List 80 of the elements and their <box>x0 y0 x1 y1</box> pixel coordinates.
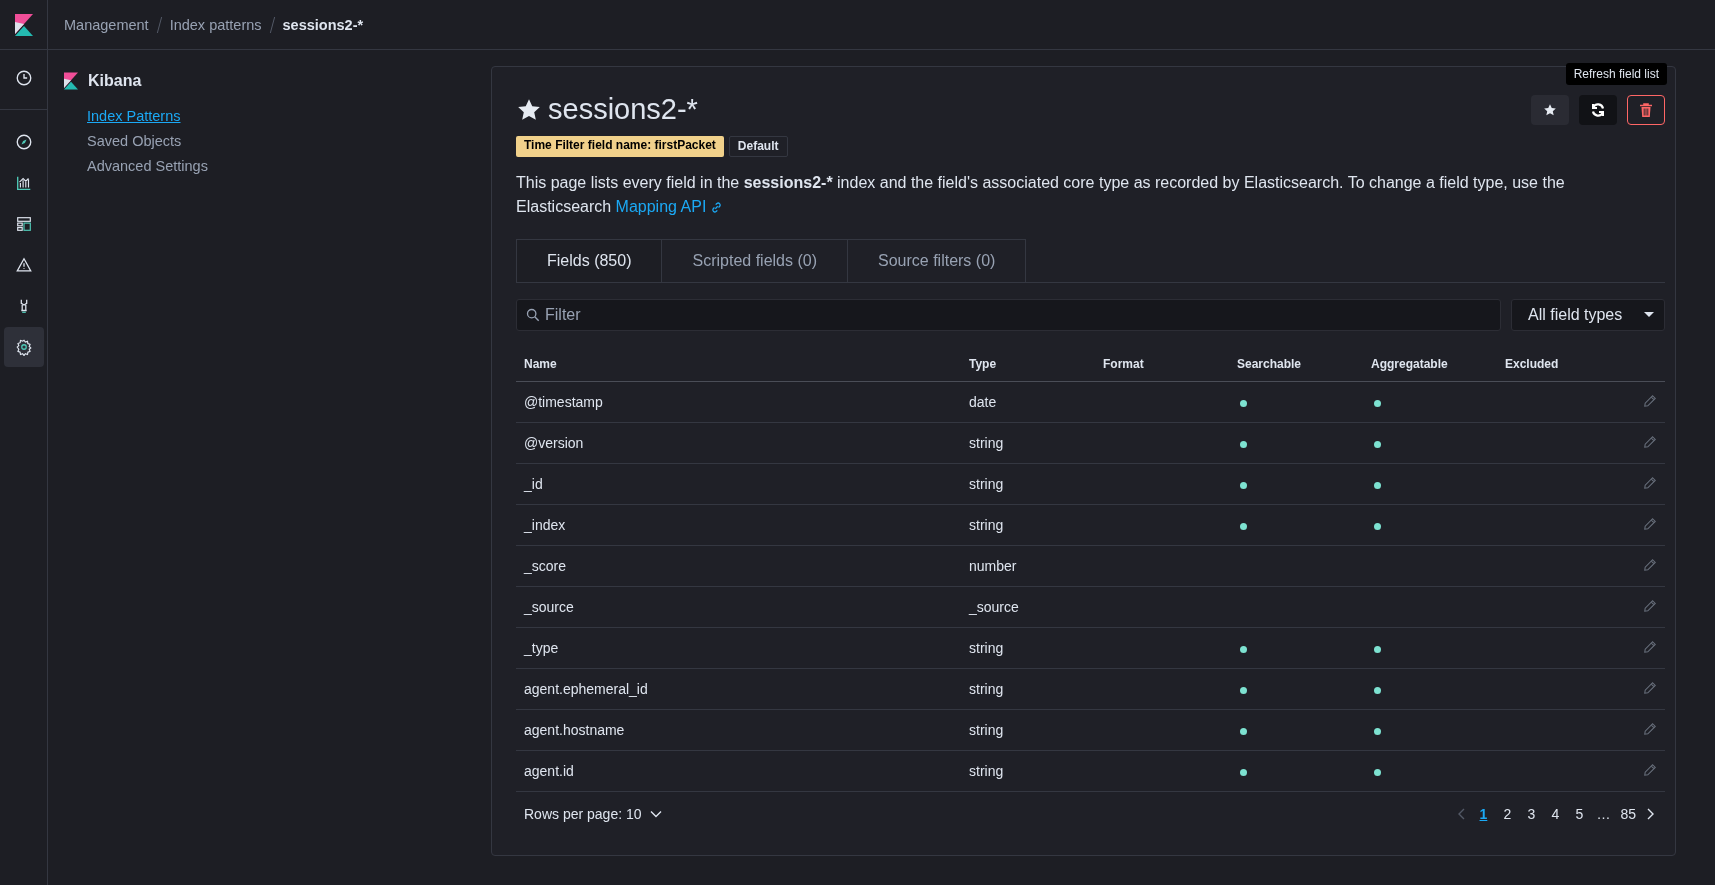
rows-per-page-button[interactable]: Rows per page: 10 <box>524 806 662 822</box>
column-header: Excluded <box>1497 347 1631 382</box>
description: This page lists every field in the sessions2-* index and the field's associated core type as recorded by Elasticsearch. To change a field type, use the Elasticsearch Mapping API <box>516 171 1646 219</box>
pencil-icon[interactable] <box>1643 680 1657 695</box>
table-cell: string <box>961 709 1095 751</box>
sidebar-link[interactable]: Index Patterns <box>87 104 181 129</box>
pencil-icon[interactable] <box>1643 639 1657 654</box>
sidebar-title: Kibana <box>88 72 142 90</box>
pencil-icon[interactable] <box>1643 557 1657 572</box>
column-header: Aggregatable <box>1363 347 1497 382</box>
trash-icon <box>1640 103 1652 117</box>
table-cell: number <box>961 545 1095 587</box>
table-cell: string <box>961 463 1095 505</box>
logo-icon <box>64 72 78 90</box>
table-cell: _source <box>516 586 961 628</box>
table-cell: agent.ephemeral_id <box>516 668 961 710</box>
table-cell: string <box>961 422 1095 464</box>
pencil-icon[interactable] <box>1643 434 1657 449</box>
caret-icon <box>1644 312 1654 318</box>
table-cell: agent.hostname <box>516 709 961 751</box>
pencil-icon[interactable] <box>1643 721 1657 736</box>
table-cell: string <box>961 504 1095 546</box>
link-icon <box>710 200 724 214</box>
tooltip: Refresh field list <box>1565 63 1667 85</box>
dashboard-icon <box>14 215 33 233</box>
tab[interactable]: Fields (850) <box>516 239 663 282</box>
column-header: Type <box>961 347 1095 382</box>
sidebar-link[interactable]: Saved Objects <box>87 129 182 154</box>
page-button[interactable]: 5 <box>1569 806 1590 822</box>
star-icon <box>1543 103 1557 117</box>
table-cell: string <box>961 668 1095 710</box>
table-cell: @version <box>516 422 961 464</box>
breadcrumb[interactable]: Index patterns <box>169 16 262 33</box>
tab[interactable]: Source filters (0) <box>847 239 1027 282</box>
table-cell: _index <box>516 504 961 546</box>
pencil-icon[interactable] <box>1643 598 1657 613</box>
warning-icon <box>14 256 33 274</box>
table-cell: @timestamp <box>516 381 961 423</box>
nav-button[interactable] <box>3 327 44 367</box>
table-cell: string <box>961 750 1095 792</box>
breadcrumb[interactable]: Management <box>64 16 149 33</box>
delete-button[interactable] <box>1627 95 1665 125</box>
column-header: Format <box>1095 347 1229 382</box>
page-button[interactable]: 4 <box>1545 806 1566 822</box>
field-type-select[interactable]: All field types <box>1511 299 1665 331</box>
pencil-icon[interactable] <box>1643 762 1657 777</box>
badge: Time Filter field name: firstPacket <box>516 136 724 157</box>
page-button[interactable]: 1 <box>1473 806 1494 822</box>
chevron-down-icon <box>649 810 662 818</box>
settings-icon <box>14 338 33 356</box>
column-header: Searchable <box>1229 347 1363 382</box>
table-cell: _score <box>516 545 961 587</box>
chart-icon <box>14 174 33 192</box>
sidebar-link[interactable]: Advanced Settings <box>87 154 208 179</box>
page-button[interactable]: … <box>1593 806 1614 822</box>
refresh-icon <box>1590 102 1606 118</box>
search-icon <box>526 308 540 322</box>
table-cell: _type <box>516 627 961 669</box>
pencil-icon[interactable] <box>1643 393 1657 408</box>
badge: Default <box>728 136 788 157</box>
table-cell: _id <box>516 463 961 505</box>
logo-icon[interactable] <box>14 13 33 36</box>
page-button[interactable]: 2 <box>1497 806 1518 822</box>
table-cell: string <box>961 627 1095 669</box>
compass-icon <box>14 133 33 151</box>
refresh-button[interactable] <box>1579 95 1617 125</box>
breadcrumb: sessions2-* <box>282 16 364 33</box>
table-cell: date <box>961 381 1095 423</box>
page-button[interactable]: 85 <box>1617 806 1639 822</box>
pencil-icon[interactable] <box>1643 475 1657 490</box>
clock-icon <box>14 69 33 87</box>
mapping-api-link[interactable]: Mapping API <box>615 195 724 219</box>
column-header: Name <box>516 347 961 382</box>
page-title: sessions2-* <box>548 93 698 126</box>
table-cell: agent.id <box>516 750 961 792</box>
page-button[interactable]: 3 <box>1521 806 1542 822</box>
table-cell: _source <box>961 586 1095 628</box>
favorite-button[interactable] <box>1531 95 1569 125</box>
pencil-icon[interactable] <box>1643 516 1657 531</box>
filter-field[interactable]: Filter <box>516 299 1501 331</box>
